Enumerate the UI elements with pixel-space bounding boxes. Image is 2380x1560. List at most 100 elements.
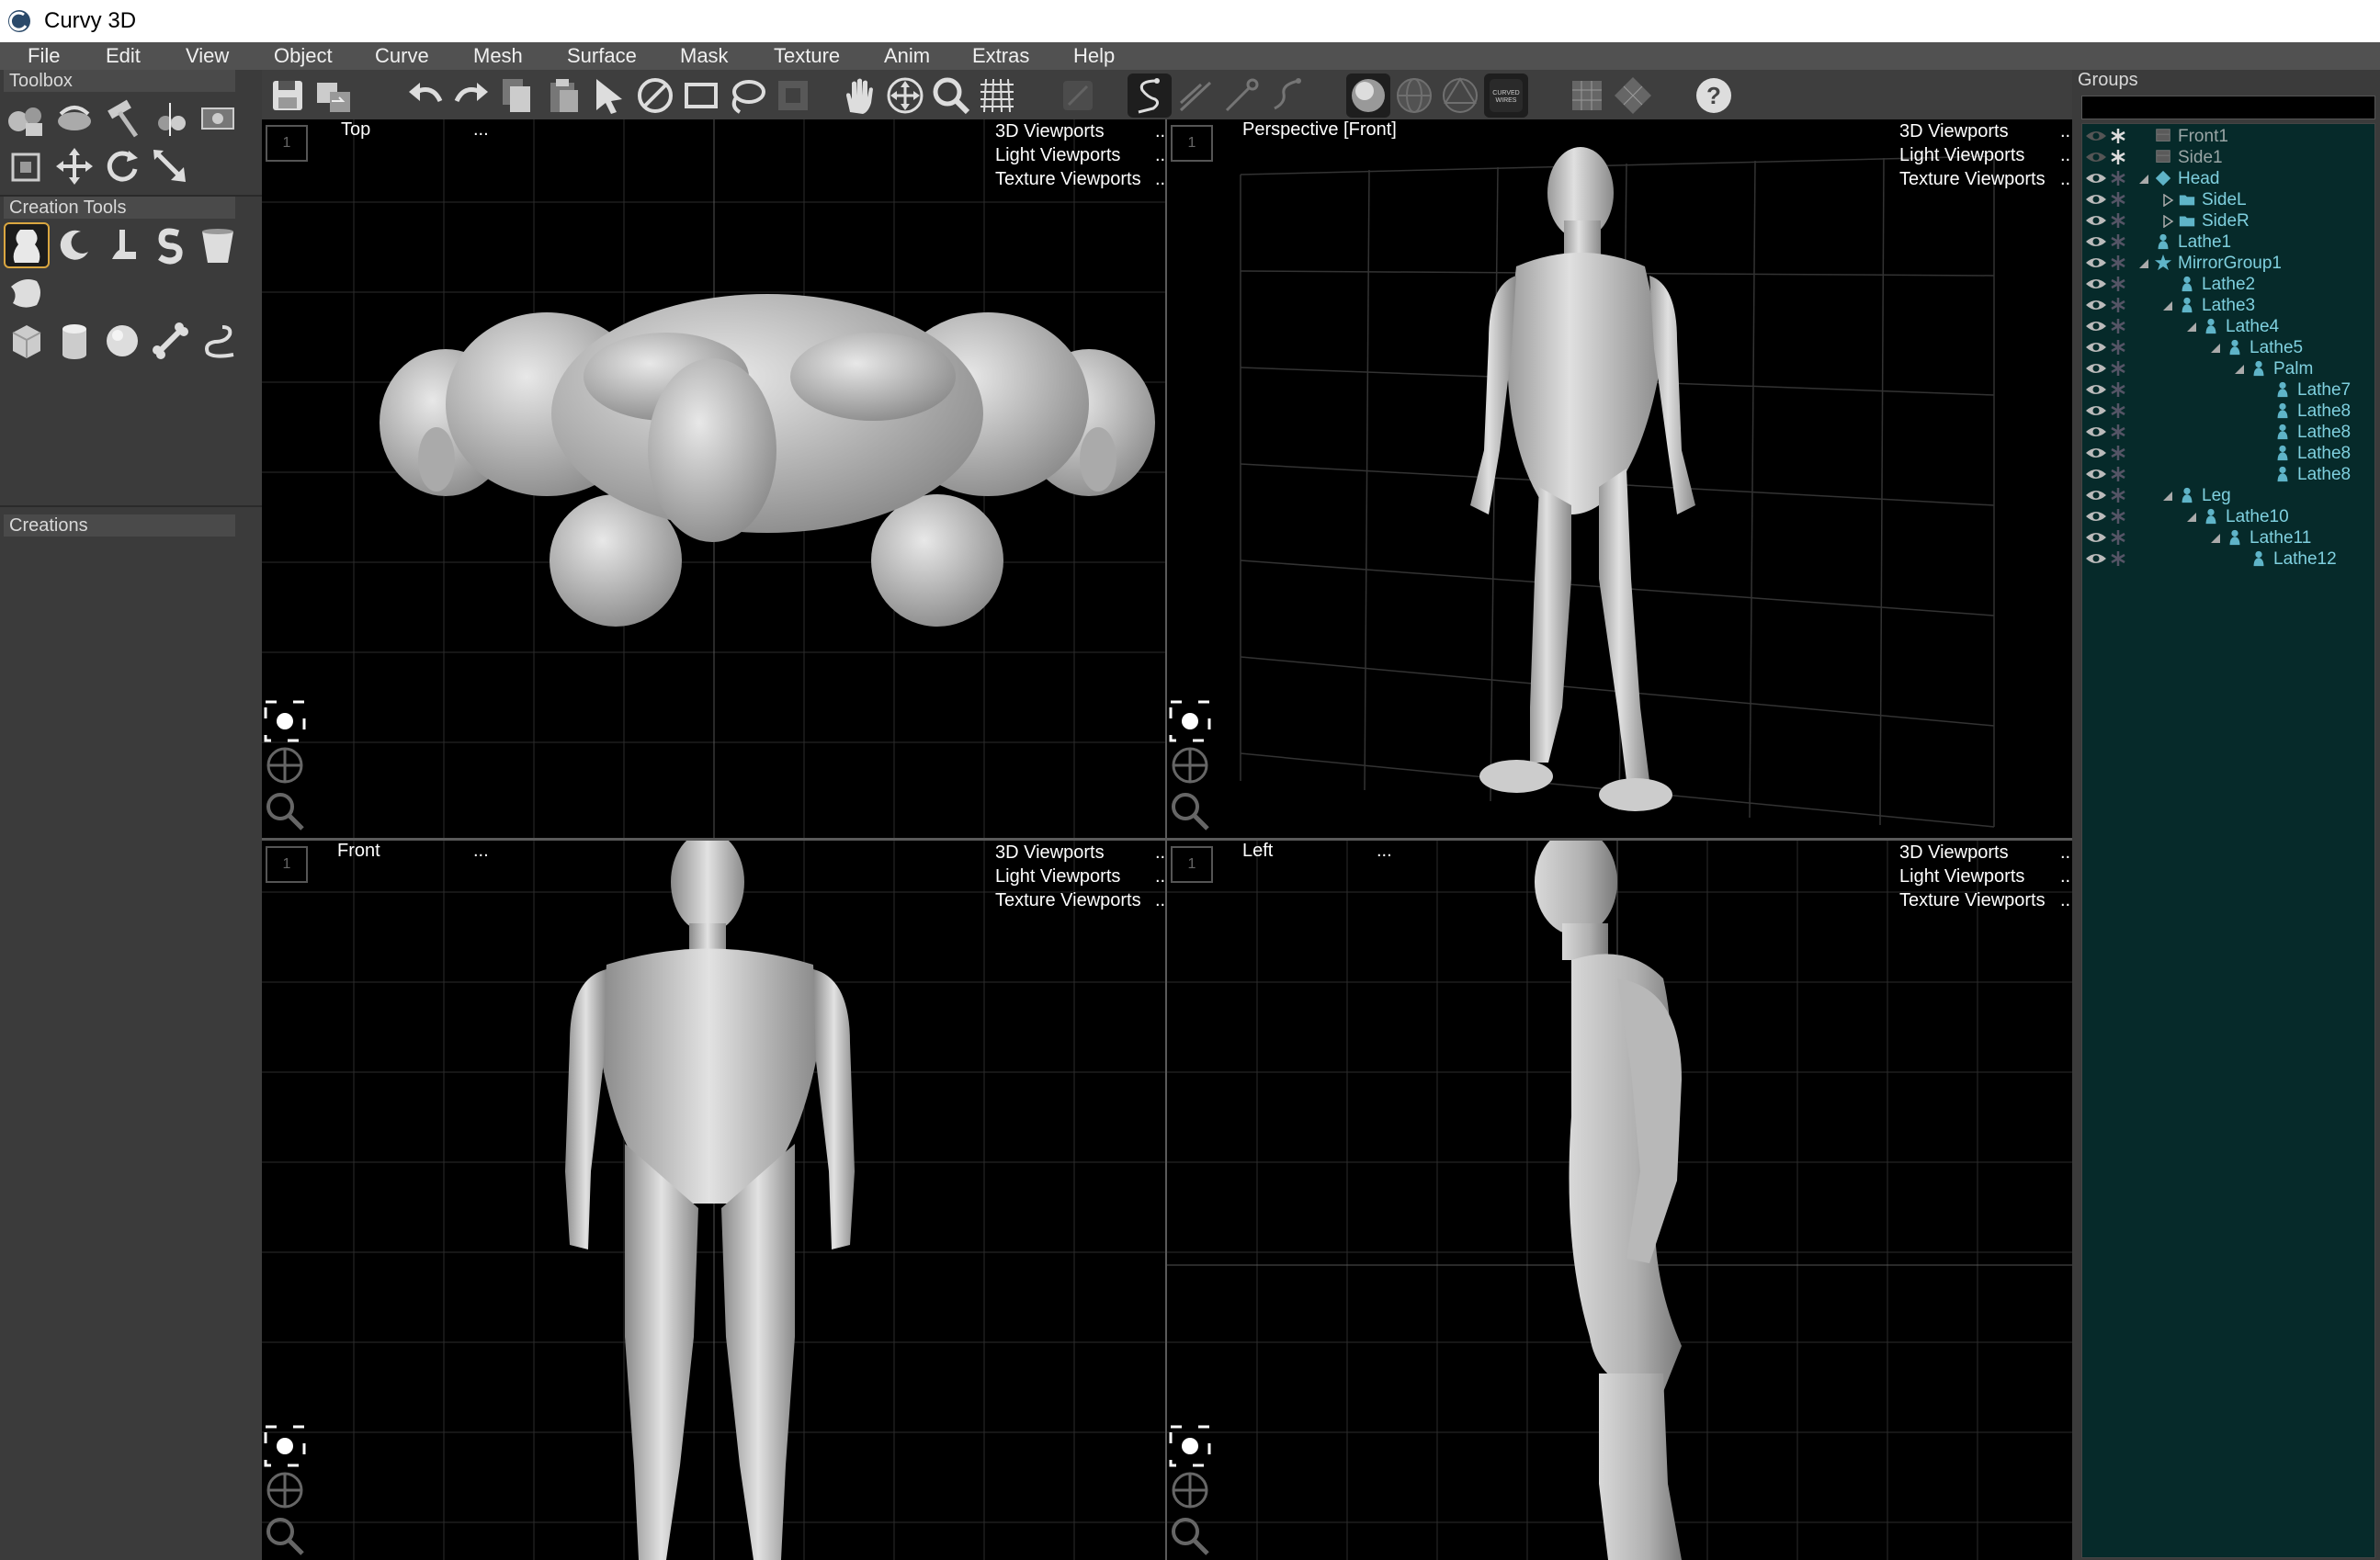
tree-item[interactable]: Lathe11 bbox=[2082, 527, 2374, 548]
texture-viewports-link[interactable]: Texture Viewports bbox=[995, 167, 1141, 191]
light-viewports-link[interactable]: Light Viewports bbox=[1899, 865, 2046, 888]
cube-tool-icon[interactable] bbox=[4, 318, 50, 364]
expanded-triangle-icon[interactable] bbox=[2137, 173, 2150, 186]
visibility-eye-icon[interactable] bbox=[2084, 379, 2108, 401]
lasso-icon[interactable] bbox=[725, 73, 769, 118]
selectable-asterisk-icon[interactable] bbox=[2108, 422, 2128, 443]
cube-transform-icon[interactable] bbox=[4, 143, 50, 189]
tree-item[interactable]: SideR bbox=[2082, 210, 2374, 232]
selectable-asterisk-icon[interactable] bbox=[2108, 253, 2128, 274]
move-icon[interactable] bbox=[883, 73, 927, 118]
viewport-name[interactable]: Front bbox=[337, 841, 380, 862]
tree-item[interactable]: Lathe7 bbox=[2082, 379, 2374, 401]
3d-viewports-link[interactable]: 3D Viewports bbox=[1899, 119, 2046, 143]
selectable-asterisk-icon[interactable] bbox=[2108, 337, 2128, 358]
tree-item[interactable]: Lathe10 bbox=[2082, 506, 2374, 527]
zoom-view-icon[interactable] bbox=[1169, 790, 1211, 832]
visibility-eye-icon[interactable] bbox=[2084, 464, 2108, 485]
flat-view-icon[interactable] bbox=[1565, 73, 1609, 118]
scale-icon[interactable] bbox=[147, 143, 193, 189]
deselect-icon[interactable] bbox=[633, 73, 677, 118]
viewport-options[interactable]: ... bbox=[1377, 841, 1392, 862]
redo-icon[interactable] bbox=[449, 73, 493, 118]
diamond-view-icon[interactable] bbox=[1611, 73, 1655, 118]
visibility-eye-icon[interactable] bbox=[2084, 126, 2108, 147]
shapes-icon[interactable] bbox=[4, 96, 50, 141]
expanded-triangle-icon[interactable] bbox=[2233, 363, 2246, 376]
light-viewports-link[interactable]: Light Viewports bbox=[995, 865, 1141, 888]
3d-viewports-link[interactable]: 3D Viewports bbox=[1899, 841, 2046, 865]
viewport-name[interactable]: Top bbox=[341, 119, 370, 141]
tree-item[interactable]: Side1 bbox=[2082, 147, 2374, 168]
lathe-tool-icon[interactable] bbox=[4, 222, 50, 268]
menu-help[interactable]: Help bbox=[1073, 42, 1115, 70]
sculpt-hammer-icon[interactable] bbox=[99, 96, 145, 141]
groups-search-input[interactable] bbox=[2081, 96, 2375, 119]
help-icon[interactable]: ? bbox=[1692, 73, 1736, 118]
visibility-eye-icon[interactable] bbox=[2084, 548, 2108, 570]
viewport-number[interactable]: 1 bbox=[1171, 846, 1213, 883]
expanded-triangle-icon[interactable] bbox=[2209, 342, 2222, 355]
selectable-asterisk-icon[interactable] bbox=[2108, 147, 2128, 168]
pan-icon[interactable] bbox=[837, 73, 881, 118]
texture-viewports-link[interactable]: Texture Viewports bbox=[1899, 888, 2046, 912]
viewport-splitter-horizontal[interactable] bbox=[262, 838, 2072, 841]
flat-patch-tool-icon[interactable] bbox=[4, 270, 50, 316]
cup-tool-icon[interactable] bbox=[195, 222, 241, 268]
menu-file[interactable]: File bbox=[28, 42, 60, 70]
viewport-options[interactable]: ... bbox=[473, 841, 489, 862]
curve-point-icon[interactable] bbox=[1219, 73, 1264, 118]
save-icon[interactable] bbox=[266, 73, 310, 118]
expanded-triangle-icon[interactable] bbox=[2161, 300, 2174, 312]
curve-edit-icon[interactable] bbox=[1265, 73, 1309, 118]
expanded-triangle-icon[interactable] bbox=[2161, 490, 2174, 503]
tree-item[interactable]: Lathe8 bbox=[2082, 443, 2374, 464]
expanded-triangle-icon[interactable] bbox=[2185, 511, 2198, 524]
selectable-asterisk-icon[interactable] bbox=[2108, 210, 2128, 232]
texture-viewports-link[interactable]: Texture Viewports bbox=[995, 888, 1141, 912]
visibility-eye-icon[interactable] bbox=[2084, 506, 2108, 527]
menu-mesh[interactable]: Mesh bbox=[473, 42, 523, 70]
selectable-asterisk-icon[interactable] bbox=[2108, 379, 2128, 401]
viewport-number[interactable]: 1 bbox=[1171, 125, 1213, 162]
cylinder-tool-icon[interactable] bbox=[51, 318, 97, 364]
visibility-eye-icon[interactable] bbox=[2084, 147, 2108, 168]
bone-tool-icon[interactable] bbox=[147, 318, 193, 364]
expanded-triangle-icon[interactable] bbox=[2137, 257, 2150, 270]
visibility-eye-icon[interactable] bbox=[2084, 422, 2108, 443]
center-view-icon[interactable] bbox=[264, 700, 306, 742]
grid-icon[interactable] bbox=[975, 73, 1019, 118]
collapsed-triangle-icon[interactable] bbox=[2161, 215, 2174, 228]
selectable-asterisk-icon[interactable] bbox=[2108, 485, 2128, 506]
tree-item[interactable]: Palm bbox=[2082, 358, 2374, 379]
move-arrows-icon[interactable] bbox=[51, 143, 97, 189]
viewport-menu-ellipsis[interactable]: ...... bbox=[2060, 119, 2070, 191]
sphere-tool-icon[interactable] bbox=[99, 318, 145, 364]
tree-item[interactable]: MirrorGroup1 bbox=[2082, 253, 2374, 274]
visibility-eye-icon[interactable] bbox=[2084, 253, 2108, 274]
menu-texture[interactable]: Texture bbox=[774, 42, 840, 70]
visibility-eye-icon[interactable] bbox=[2084, 295, 2108, 316]
extrude-tool-icon[interactable] bbox=[99, 222, 145, 268]
tree-item[interactable]: Lathe8 bbox=[2082, 401, 2374, 422]
tree-item[interactable]: SideL bbox=[2082, 189, 2374, 210]
selectable-asterisk-icon[interactable] bbox=[2108, 443, 2128, 464]
visibility-eye-icon[interactable] bbox=[2084, 189, 2108, 210]
center-view-icon[interactable] bbox=[1169, 700, 1211, 742]
draw-disabled-icon[interactable] bbox=[1056, 73, 1100, 118]
select-mask-icon[interactable] bbox=[771, 73, 815, 118]
save-as-icon[interactable] bbox=[312, 73, 356, 118]
tree-item[interactable]: Lathe5 bbox=[2082, 337, 2374, 358]
menu-mask[interactable]: Mask bbox=[680, 42, 729, 70]
visibility-eye-icon[interactable] bbox=[2084, 232, 2108, 253]
image-plane-icon[interactable] bbox=[195, 96, 241, 141]
split-icon[interactable] bbox=[147, 96, 193, 141]
rotate-icon[interactable] bbox=[99, 143, 145, 189]
selectable-asterisk-icon[interactable] bbox=[2108, 232, 2128, 253]
crescent-tool-icon[interactable] bbox=[51, 222, 97, 268]
selectable-asterisk-icon[interactable] bbox=[2108, 168, 2128, 189]
zoom-icon[interactable] bbox=[929, 73, 973, 118]
wire-sphere-alt-icon[interactable] bbox=[1438, 73, 1482, 118]
texture-viewports-link[interactable]: Texture Viewports bbox=[1899, 167, 2046, 191]
visibility-eye-icon[interactable] bbox=[2084, 274, 2108, 295]
